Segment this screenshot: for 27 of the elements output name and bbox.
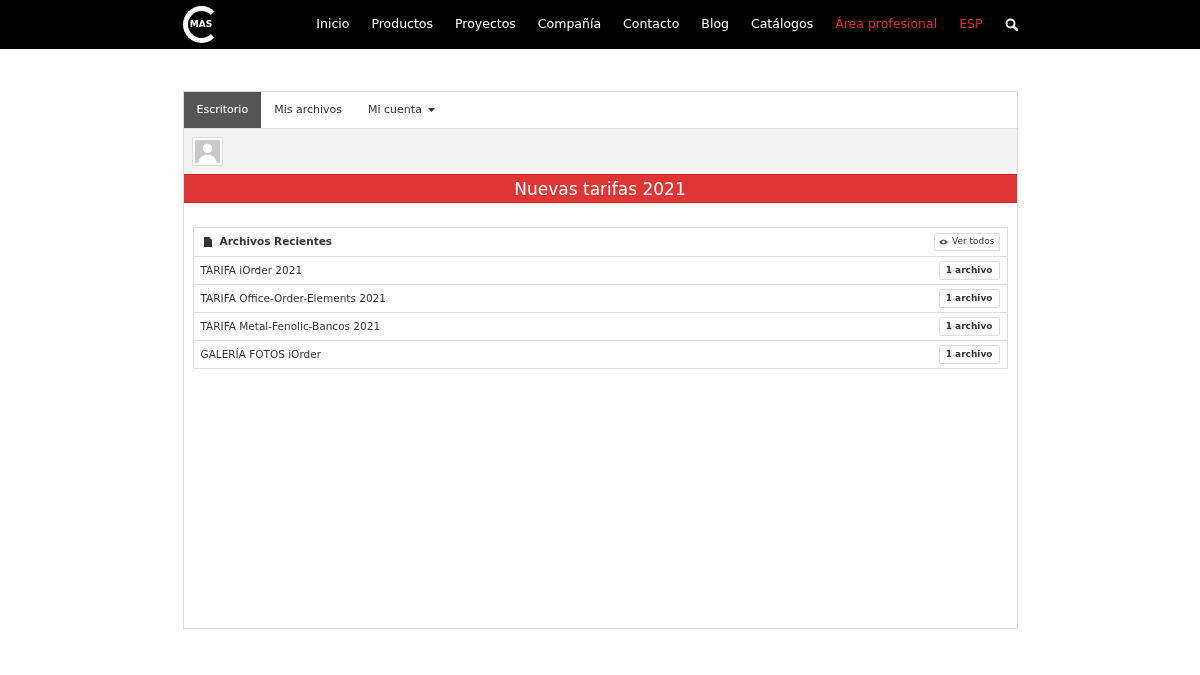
nav-link[interactable]: Blog: [701, 15, 729, 34]
announcement-banner: Nuevas tarifas 2021: [183, 174, 1017, 203]
file-count: 1 archivo: [938, 260, 1000, 281]
file-count: 1 archivo: [938, 316, 1000, 337]
tab[interactable]: Escritorio: [183, 92, 262, 128]
file-count: 1 archivo: [938, 288, 1000, 309]
nav-link[interactable]: Proyectos: [455, 15, 516, 34]
file-name[interactable]: TARIFA iOrder 2021: [200, 262, 303, 279]
tab[interactable]: Mis archivos: [261, 92, 355, 128]
tab[interactable]: Mi cuenta: [355, 92, 448, 128]
view-all-button[interactable]: Ver todos: [934, 233, 1000, 251]
nav-link[interactable]: Productos: [371, 15, 433, 34]
avatar-icon: [191, 137, 223, 166]
file-name[interactable]: TARIFA Office-Order-Elements 2021: [200, 290, 386, 307]
file-icon: [203, 237, 212, 247]
file-name[interactable]: TARIFA Metal-Fenolic-Bancos 2021: [200, 318, 381, 335]
nav-link[interactable]: Compañía: [537, 15, 602, 34]
nav-link[interactable]: Área profesional: [835, 15, 938, 34]
file-count: 1 archivo: [938, 344, 1000, 365]
nav-link[interactable]: Catálogos: [751, 15, 814, 34]
file-name[interactable]: GALERÍA FOTOS iOrder: [200, 346, 321, 363]
search-icon[interactable]: [1004, 18, 1018, 31]
section-title: Archivos Recientes: [219, 234, 333, 250]
eye-icon: [939, 239, 948, 245]
nav-link[interactable]: Contacto: [623, 15, 680, 34]
nav-link[interactable]: Inicio: [316, 15, 350, 34]
nav-link[interactable]: ESP: [959, 15, 983, 34]
